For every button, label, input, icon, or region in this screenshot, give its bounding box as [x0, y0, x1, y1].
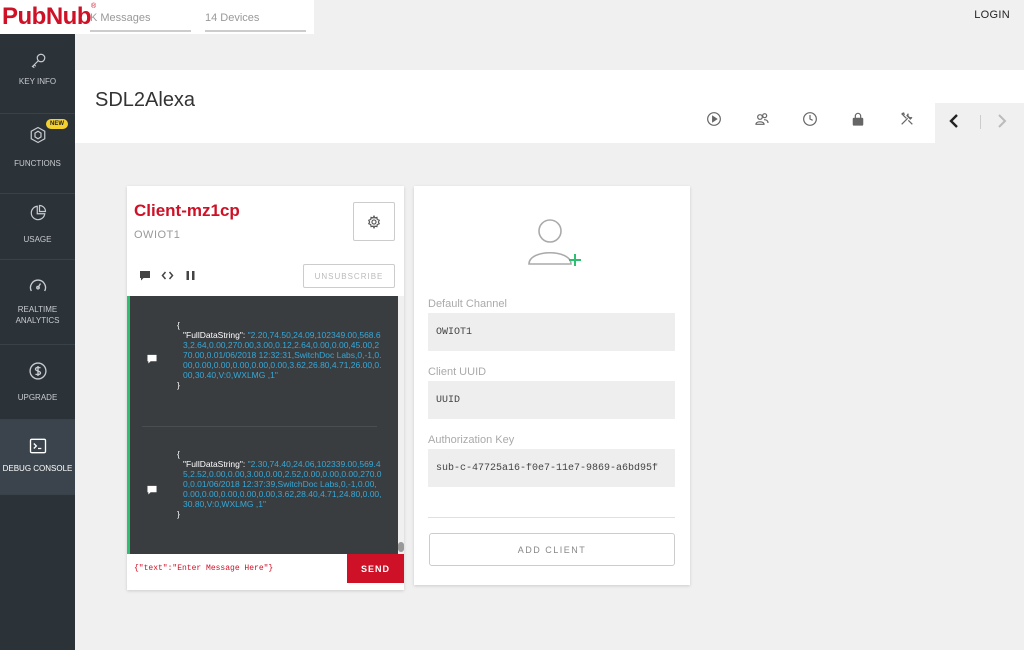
- lock-icon[interactable]: [850, 111, 866, 127]
- message-bubble-icon: [147, 354, 157, 364]
- client-uuid-label: Client UUID: [428, 366, 487, 378]
- default-channel-label: Default Channel: [428, 298, 507, 310]
- message-bubble-icon: [147, 485, 157, 495]
- terminal-icon: [29, 438, 46, 454]
- add-client-card: Default Channel Client UUID Authorizatio…: [414, 186, 690, 585]
- message-body: { "FullDataString": "2.20,74.50,24.09,10…: [177, 320, 382, 390]
- pubnub-logo[interactable]: PubNub®: [2, 3, 96, 31]
- message-input[interactable]: [127, 554, 347, 583]
- chevron-left-icon[interactable]: [947, 113, 961, 129]
- send-button[interactable]: SEND: [347, 554, 404, 583]
- page-header: SDL2Alexa: [75, 70, 1024, 143]
- devices-stat: 14 Devices: [205, 12, 306, 32]
- message-icon[interactable]: [139, 270, 151, 281]
- sidebar-item-label: KEY INFO: [18, 77, 57, 86]
- sidebar-item-key-info[interactable]: KEY INFO: [0, 34, 75, 114]
- message-console: { "FullDataString": "2.20,74.50,24.09,10…: [127, 296, 404, 554]
- sidebar-item-upgrade[interactable]: UPGRADE: [0, 345, 75, 420]
- settings-button[interactable]: [353, 202, 395, 241]
- key-icon: [31, 53, 45, 69]
- functions-icon: [30, 126, 45, 144]
- message-body: { "FullDataString": "2.30,74.40,24.06,10…: [177, 449, 382, 519]
- sidebar-item-label: REALTIME ANALYTICS: [15, 305, 60, 325]
- nav-divider: [980, 115, 981, 129]
- message-divider: [142, 426, 377, 427]
- logo-area: PubNub® K Messages 14 Devices: [0, 0, 314, 34]
- client-card: Client-mz1cp OWIOT1 UNSUBSCRIBE { "FullD…: [127, 186, 404, 590]
- client-title: Client-mz1cp: [134, 201, 240, 220]
- dollar-icon: [28, 362, 47, 380]
- card-divider: [428, 517, 675, 518]
- gauge-icon: [29, 279, 46, 292]
- unsubscribe-button[interactable]: UNSUBSCRIBE: [303, 264, 395, 288]
- default-channel-field[interactable]: [428, 313, 675, 351]
- sidebar-item-label: USAGE: [23, 235, 52, 244]
- pause-icon[interactable]: [185, 270, 196, 281]
- top-bar: PubNub® K Messages 14 Devices LOGIN: [0, 0, 1024, 34]
- sidebar-item-usage[interactable]: USAGE: [0, 194, 75, 260]
- panel-nav: [935, 103, 1024, 143]
- sidebar-item-debug-console[interactable]: DEBUG CONSOLE: [0, 420, 75, 495]
- login-link[interactable]: LOGIN: [974, 9, 1010, 21]
- play-icon[interactable]: [706, 111, 722, 127]
- authorization-key-field[interactable]: [428, 449, 675, 487]
- console-scrollbar[interactable]: [398, 296, 404, 554]
- add-client-button[interactable]: ADD CLIENT: [429, 533, 675, 566]
- messages-stat: K Messages: [90, 12, 191, 32]
- sidebar: KEY INFO FUNCTIONS USAGE REALTIME ANALYT…: [0, 34, 75, 650]
- sidebar-item-label: DEBUG CONSOLE: [2, 464, 73, 473]
- pie-chart-icon: [30, 204, 46, 221]
- new-badge: NEW: [46, 119, 68, 129]
- console-scrollbar-thumb[interactable]: [398, 542, 404, 552]
- clock-icon[interactable]: [802, 111, 818, 127]
- console-message: { "FullDataString": "2.20,74.50,24.09,10…: [142, 317, 392, 427]
- client-channel: OWIOT1: [134, 229, 181, 241]
- sidebar-item-realtime-analytics[interactable]: REALTIME ANALYTICS: [0, 260, 75, 345]
- tools-icon[interactable]: [899, 111, 915, 127]
- chevron-right-icon[interactable]: [995, 113, 1009, 129]
- authorization-key-label: Authorization Key: [428, 434, 515, 446]
- gear-icon: [367, 215, 381, 229]
- users-icon[interactable]: [754, 111, 770, 127]
- sidebar-item-label: UPGRADE: [17, 393, 58, 402]
- sidebar-item-label: FUNCTIONS: [14, 159, 61, 168]
- page-title: SDL2Alexa: [95, 89, 196, 111]
- code-icon[interactable]: [161, 270, 174, 281]
- console-message: { "FullDataString": "2.30,74.40,24.06,10…: [142, 449, 392, 554]
- add-user-icon: [528, 219, 581, 266]
- client-uuid-field[interactable]: [428, 381, 675, 419]
